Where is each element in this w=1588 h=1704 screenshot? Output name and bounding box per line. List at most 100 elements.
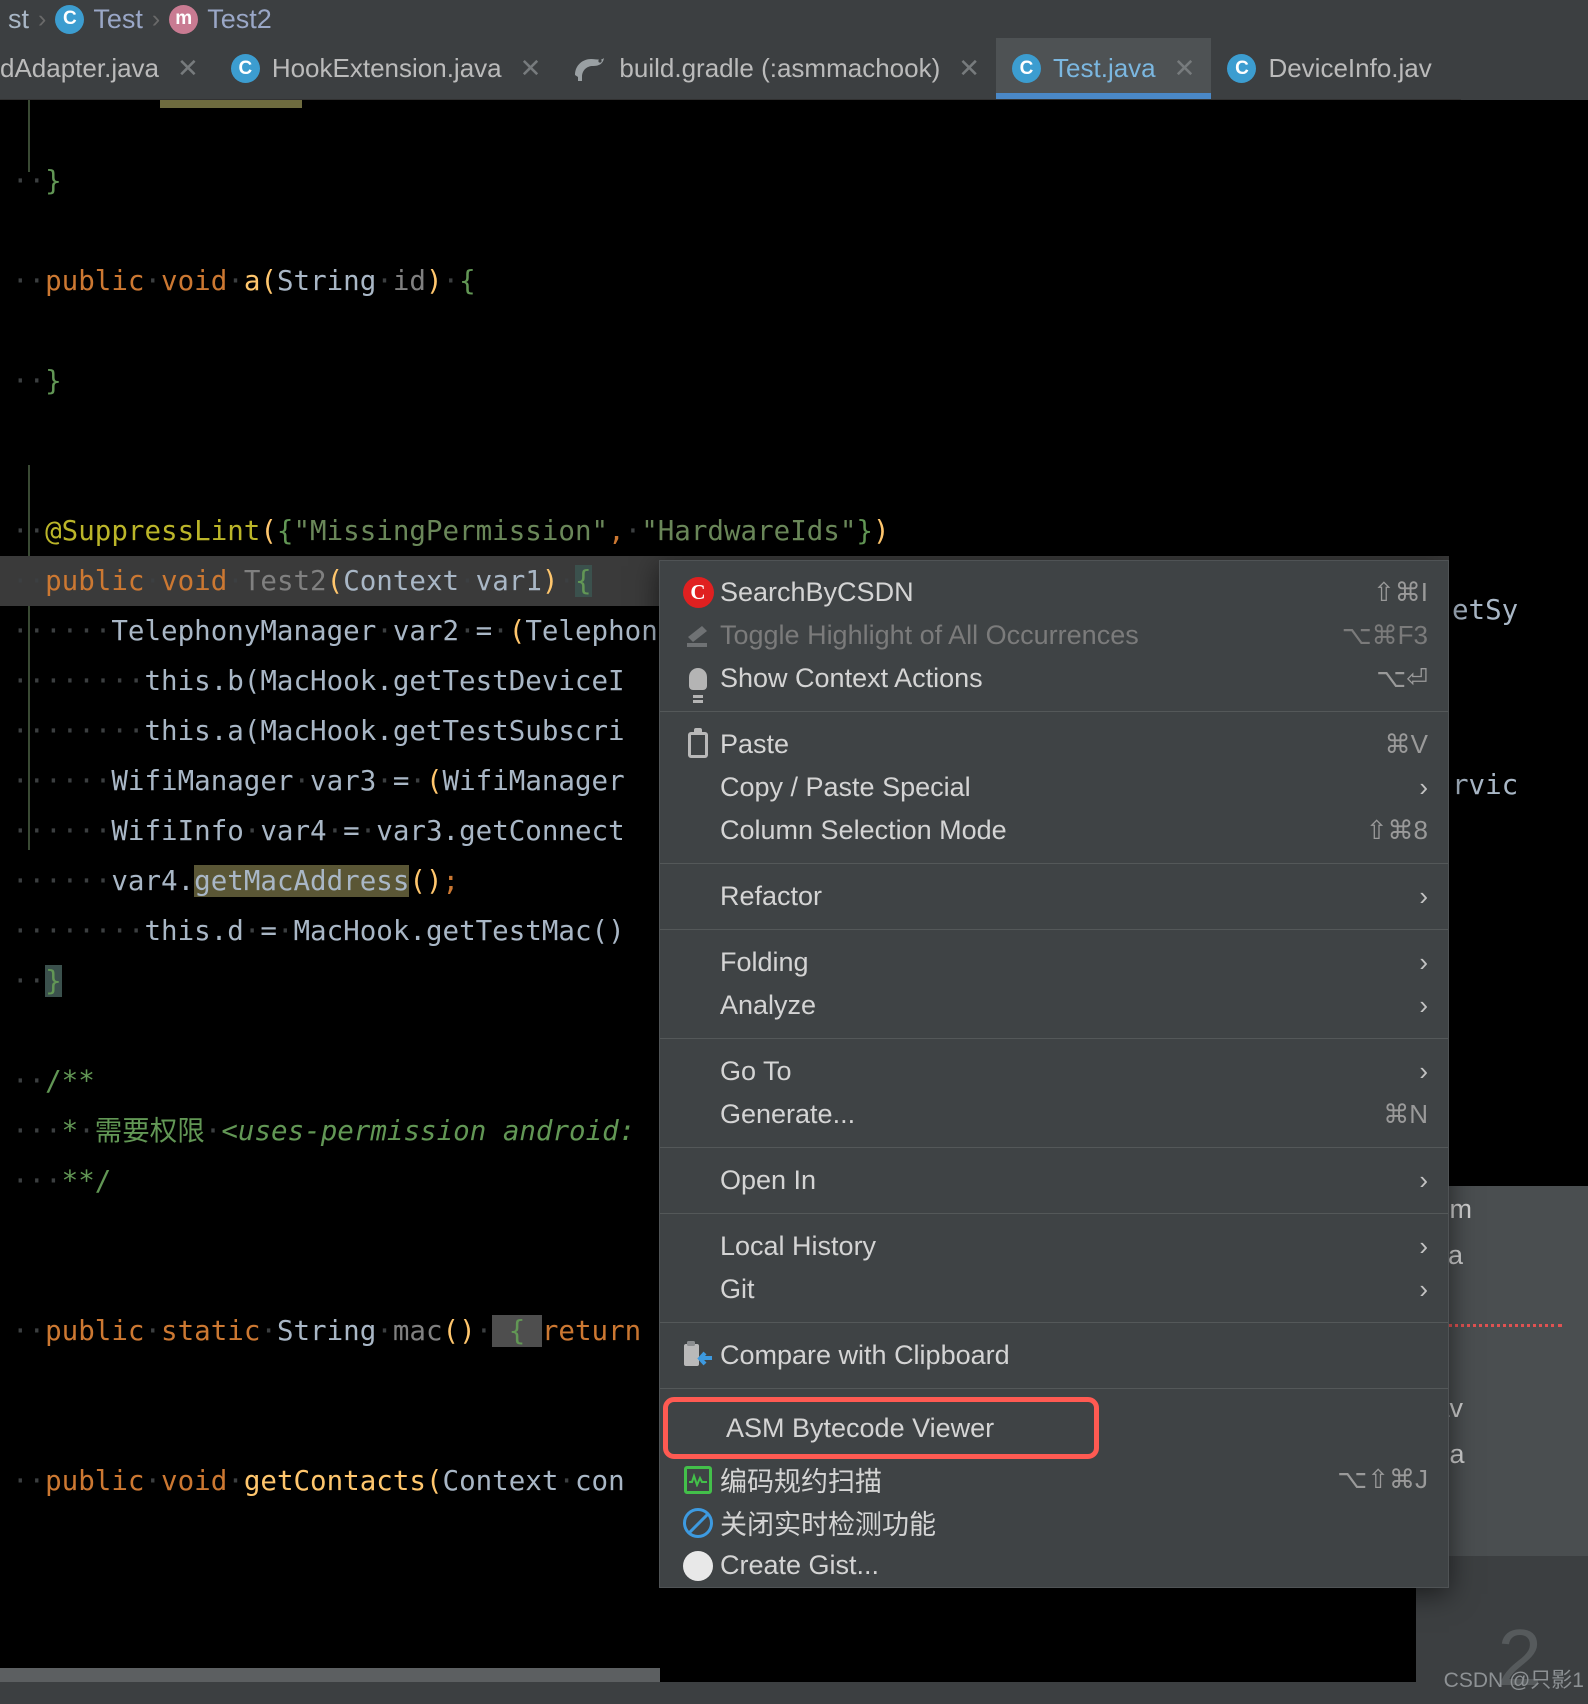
menu-item-compare-with-clipboard[interactable]: Compare with Clipboard bbox=[660, 1334, 1448, 1377]
code-line: ··} bbox=[12, 965, 62, 997]
menu-item-label: Refactor bbox=[720, 881, 823, 911]
breadcrumb: st › C Test › m Test2 bbox=[0, 0, 1461, 38]
menu-item-paste[interactable]: Paste ⌘V bbox=[660, 723, 1448, 766]
close-icon[interactable]: ✕ bbox=[177, 53, 199, 84]
menu-item-git[interactable]: Git › bbox=[660, 1268, 1448, 1311]
menu-item-disable-realtime-detection[interactable]: 关闭实时检测功能 bbox=[660, 1501, 1448, 1544]
menu-item-coding-convention-scan[interactable]: 编码规约扫描 ⌥⇧⌘J bbox=[660, 1458, 1448, 1501]
menu-item-label: SearchByCSDN bbox=[720, 577, 914, 607]
breadcrumb-separator: › bbox=[38, 4, 47, 33]
menu-item-label: Column Selection Mode bbox=[720, 815, 1007, 845]
method-icon: m bbox=[169, 4, 199, 34]
chevron-right-icon: › bbox=[1419, 947, 1428, 977]
code-line: ········this.b(MacHook.getTestDeviceI bbox=[12, 665, 625, 697]
csdn-icon: C bbox=[676, 577, 720, 608]
menu-item-label: Copy / Paste Special bbox=[720, 772, 971, 802]
breadcrumb-item-test2[interactable]: m Test2 bbox=[169, 4, 272, 35]
breadcrumb-label-st: st bbox=[8, 3, 30, 34]
compare-clipboard-icon bbox=[676, 1340, 720, 1371]
tab-dadapter-java[interactable]: dAdapter.java ✕ bbox=[0, 38, 215, 99]
tab-label: Test.java bbox=[1053, 53, 1156, 83]
menu-separator bbox=[660, 1388, 1448, 1389]
menu-item-label: Folding bbox=[720, 947, 809, 977]
menu-item-go-to[interactable]: Go To › bbox=[660, 1050, 1448, 1093]
close-icon[interactable]: ✕ bbox=[958, 53, 980, 84]
menu-item-label: Local History bbox=[720, 1231, 877, 1261]
menu-item-label: Show Context Actions bbox=[720, 663, 983, 693]
menu-item-column-selection-mode[interactable]: Column Selection Mode ⇧⌘8 bbox=[660, 809, 1448, 852]
menu-separator bbox=[660, 1213, 1448, 1214]
class-icon: C bbox=[1227, 54, 1257, 83]
gradle-icon bbox=[573, 55, 607, 83]
watermark: CSDN @只影1 bbox=[1443, 1669, 1584, 1692]
close-icon[interactable]: ✕ bbox=[520, 53, 542, 84]
menu-item-label: Open In bbox=[720, 1165, 817, 1195]
code-line: ······var4.getMacAddress(); bbox=[12, 865, 460, 897]
ban-icon bbox=[676, 1507, 720, 1538]
tab-label: build.gradle (:asmmachook) bbox=[619, 53, 941, 83]
menu-item-shortcut: ⌥⌘F3 bbox=[1341, 620, 1428, 650]
code-line: ··public·static·String·mac()· { return bbox=[12, 1315, 642, 1347]
menu-item-label: 编码规约扫描 bbox=[720, 1467, 882, 1497]
chevron-right-icon: › bbox=[1419, 1231, 1428, 1261]
code-fragment-right-1: etSy bbox=[1452, 594, 1519, 626]
chevron-right-icon: › bbox=[1419, 1165, 1428, 1195]
code-line: ···**/ bbox=[12, 1165, 112, 1197]
menu-item-copy-paste-special[interactable]: Copy / Paste Special › bbox=[660, 766, 1448, 809]
chevron-right-icon: › bbox=[1419, 1056, 1428, 1086]
tab-label: DeviceInfo.jav bbox=[1268, 53, 1432, 83]
chevron-right-icon: › bbox=[1419, 881, 1428, 911]
pencil-icon bbox=[676, 624, 720, 648]
menu-separator bbox=[660, 1038, 1448, 1039]
code-line: ··} bbox=[12, 165, 62, 197]
breadcrumb-label-test2: Test2 bbox=[207, 3, 272, 34]
menu-item-generate[interactable]: Generate... ⌘N bbox=[660, 1093, 1448, 1136]
editor-context-menu[interactable]: C SearchByCSDN ⇧⌘I Toggle Highlight of A… bbox=[659, 560, 1449, 1588]
menu-item-refactor[interactable]: Refactor › bbox=[660, 875, 1448, 918]
menu-item-label: Git bbox=[720, 1274, 755, 1304]
menu-item-toggle-highlight-occurrences: Toggle Highlight of All Occurrences ⌥⌘F3 bbox=[660, 614, 1448, 657]
menu-item-show-context-actions[interactable]: Show Context Actions ⌥⏎ bbox=[660, 657, 1448, 700]
chevron-right-icon: › bbox=[1419, 1274, 1428, 1304]
menu-item-analyze[interactable]: Analyze › bbox=[660, 984, 1448, 1027]
class-icon: C bbox=[55, 4, 85, 34]
ide-window: etSy rvic st › C Test › m Test2 dAdapter… bbox=[0, 0, 1588, 1704]
breadcrumb-label-test: Test bbox=[93, 3, 143, 34]
menu-item-shortcut: ⌘N bbox=[1383, 1099, 1428, 1129]
scan-icon bbox=[676, 1465, 720, 1494]
menu-separator bbox=[660, 1322, 1448, 1323]
horizontal-scrollbar[interactable] bbox=[0, 1668, 660, 1682]
menu-item-label: Analyze bbox=[720, 990, 817, 1020]
code-line: ······WifiInfo·var4·=·var3.getConnect bbox=[12, 815, 625, 847]
menu-item-shortcut: ⇧⌘I bbox=[1372, 577, 1428, 607]
menu-item-create-gist[interactable]: Create Gist... bbox=[660, 1544, 1448, 1587]
tab-label: dAdapter.java bbox=[0, 53, 160, 83]
tab-deviceinfo-java[interactable]: C DeviceInfo.jav bbox=[1211, 38, 1447, 99]
breadcrumb-separator: › bbox=[151, 4, 161, 33]
editor-right-overflow bbox=[1449, 100, 1588, 1200]
tab-test-java[interactable]: C Test.java ✕ bbox=[996, 38, 1212, 99]
menu-item-label: ASM Bytecode Viewer bbox=[726, 1412, 995, 1443]
chevron-right-icon: › bbox=[1419, 990, 1428, 1020]
breadcrumb-item-st[interactable]: st bbox=[8, 4, 29, 35]
close-icon[interactable]: ✕ bbox=[1174, 53, 1196, 84]
menu-separator bbox=[660, 1147, 1448, 1148]
menu-item-local-history[interactable]: Local History › bbox=[660, 1225, 1448, 1268]
menu-item-label: 关闭实时检测功能 bbox=[720, 1510, 936, 1540]
menu-item-asm-bytecode-viewer[interactable]: ASM Bytecode Viewer bbox=[663, 1397, 1099, 1459]
lightbulb-icon bbox=[676, 667, 720, 698]
code-line: ··} bbox=[12, 365, 62, 397]
menu-item-open-in[interactable]: Open In › bbox=[660, 1159, 1448, 1202]
tab-build-gradle[interactable]: build.gradle (:asmmachook) ✕ bbox=[557, 38, 996, 99]
menu-item-folding[interactable]: Folding › bbox=[660, 941, 1448, 984]
menu-item-searchbycsdn[interactable]: C SearchByCSDN ⇧⌘I bbox=[660, 571, 1448, 614]
class-icon: C bbox=[1012, 54, 1042, 83]
breadcrumb-item-test[interactable]: C Test bbox=[55, 4, 143, 35]
code-line: ··@SuppressLint({"MissingPermission",·"H… bbox=[12, 515, 890, 547]
menu-separator bbox=[660, 711, 1448, 712]
menu-item-label: Create Gist... bbox=[720, 1550, 880, 1580]
menu-item-label: Toggle Highlight of All Occurrences bbox=[720, 620, 1139, 650]
menu-item-shortcut: ⌘V bbox=[1384, 729, 1428, 759]
tab-hookextension-java[interactable]: C HookExtension.java ✕ bbox=[215, 38, 558, 99]
asm-bytecode-viewer-highlight-wrapper: ASM Bytecode Viewer bbox=[663, 1397, 1442, 1459]
